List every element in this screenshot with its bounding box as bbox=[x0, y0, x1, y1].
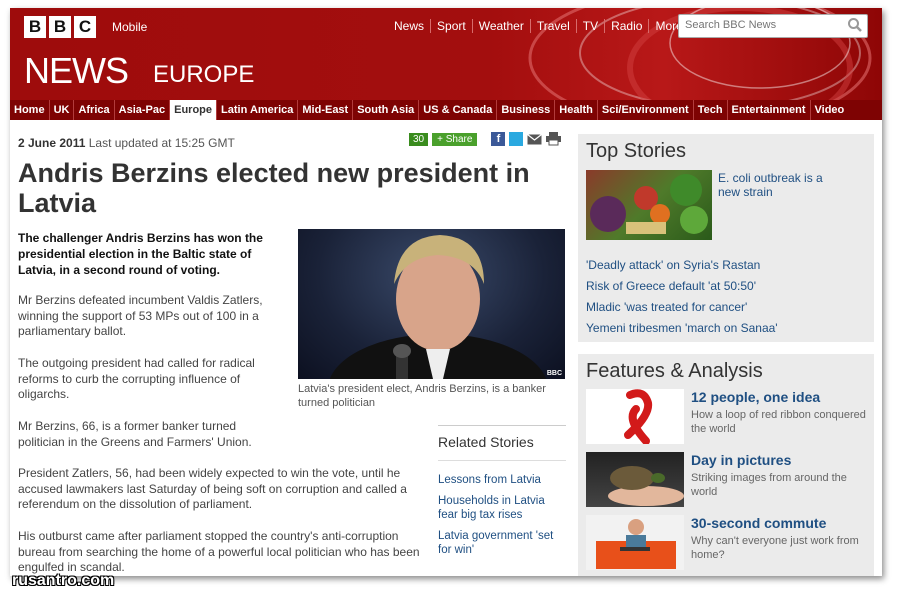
nav-business[interactable]: Business bbox=[497, 100, 556, 120]
article-paragraph-4: President Zatlers, 56, had been widely e… bbox=[18, 466, 407, 511]
related-link-1[interactable]: Lessons from Latvia bbox=[438, 473, 566, 487]
share-label: Share bbox=[445, 133, 473, 145]
sofa-laptop-image bbox=[596, 519, 676, 569]
feature-desc-1: How a loop of red ribbon conquered the w… bbox=[691, 409, 866, 435]
feature-item-3[interactable]: 30-second commute Why can't everyone jus… bbox=[586, 515, 866, 573]
article-meta: 2 June 2011 Last updated at 15:25 GMT bbox=[18, 136, 235, 150]
related-link-3[interactable]: Latvia government 'set for win' bbox=[438, 529, 566, 557]
features-title: Features & Analysis bbox=[586, 360, 763, 382]
logo-letter-b2: B bbox=[49, 16, 71, 38]
logo-letter-b1: B bbox=[24, 16, 46, 38]
main-nav: Home UK Africa Asia-Pac Europe Latin Ame… bbox=[10, 100, 882, 120]
top-story-link-4[interactable]: Yemeni tribesmen 'march on Sanaa' bbox=[586, 321, 778, 342]
top-nav-weather[interactable]: Weather bbox=[471, 19, 530, 33]
article-paragraph-5: His outburst came after parliament stopp… bbox=[18, 529, 420, 574]
feature-title-2: Day in pictures bbox=[691, 452, 792, 468]
photo-caption: Latvia's president elect, Andris Berzins… bbox=[298, 383, 546, 409]
vegetables-image bbox=[590, 174, 708, 234]
email-icon[interactable] bbox=[527, 133, 543, 145]
feature-desc-2: Striking images from around the world bbox=[691, 472, 847, 498]
related-title: Related Stories bbox=[438, 434, 566, 461]
twitter-icon[interactable] bbox=[509, 132, 524, 146]
photo-credit: BBC bbox=[546, 370, 562, 377]
feature-item-1[interactable]: 12 people, one idea How a loop of red ri… bbox=[586, 389, 866, 447]
top-stories-title: Top Stories bbox=[586, 140, 687, 162]
top-story-link-3[interactable]: Mladic 'was treated for cancer' bbox=[586, 300, 778, 321]
top-nav-sport[interactable]: Sport bbox=[430, 19, 472, 33]
section-title: EUROPE bbox=[153, 61, 255, 88]
nav-africa[interactable]: Africa bbox=[74, 100, 115, 120]
turtle-thumbnail bbox=[586, 452, 684, 507]
nav-europe[interactable]: Europe bbox=[170, 100, 218, 120]
related-stories: Related Stories Lessons from Latvia Hous… bbox=[438, 425, 566, 564]
top-nav-news[interactable]: News bbox=[388, 19, 430, 33]
nav-health[interactable]: Health bbox=[555, 100, 598, 120]
features-box: Features & Analysis 12 people, one idea … bbox=[578, 354, 874, 576]
article-paragraph-1: Mr Berzins defeated incumbent Valdis Zat… bbox=[18, 293, 263, 338]
nav-home[interactable]: Home bbox=[10, 100, 50, 120]
top-story-link-2[interactable]: Risk of Greece default 'at 50:50' bbox=[586, 279, 778, 300]
feature-title-3: 30-second commute bbox=[691, 515, 827, 531]
search-box bbox=[678, 14, 868, 38]
site-title[interactable]: NEWS bbox=[24, 50, 129, 92]
logo-letter-c: C bbox=[74, 16, 96, 38]
nav-sci-environment[interactable]: Sci/Environment bbox=[598, 100, 694, 120]
print-icon[interactable] bbox=[546, 132, 562, 146]
red-ribbon-image bbox=[624, 389, 653, 444]
turtle-image bbox=[608, 466, 684, 506]
top-nav-radio[interactable]: Radio bbox=[604, 19, 648, 33]
top-stories-box: Top Stories E. coli outbreak is a new st… bbox=[578, 134, 874, 342]
related-link-2[interactable]: Households in Latvia fear big tax rises bbox=[438, 494, 566, 522]
top-nav-travel[interactable]: Travel bbox=[529, 19, 576, 33]
share-count: 30 bbox=[409, 132, 429, 146]
feature-desc-3: Why can't everyone just work from home? bbox=[691, 535, 859, 561]
bbc-logo[interactable]: B B C bbox=[24, 16, 96, 38]
top-nav-tv[interactable]: TV bbox=[575, 19, 604, 33]
mobile-link[interactable]: Mobile bbox=[112, 20, 147, 34]
article-date: 2 June 2011 bbox=[18, 136, 86, 150]
nav-asia-pac[interactable]: Asia-Pac bbox=[115, 100, 171, 120]
article-headline: Andris Berzins elected new president in … bbox=[18, 158, 530, 218]
top-story-lead[interactable]: E. coli outbreak is a new strain bbox=[718, 171, 848, 199]
nav-mid-east[interactable]: Mid-East bbox=[298, 100, 354, 120]
article-updated: Last updated at 15:25 GMT bbox=[88, 136, 235, 150]
top-story-link-1[interactable]: 'Deadly attack' on Syria's Rastan bbox=[586, 258, 778, 279]
commute-thumbnail bbox=[586, 515, 684, 570]
nav-latin-america[interactable]: Latin America bbox=[217, 100, 299, 120]
photo-illustration bbox=[329, 235, 547, 379]
facebook-icon[interactable]: f bbox=[491, 132, 506, 146]
top-stories-list: 'Deadly attack' on Syria's Rastan Risk o… bbox=[586, 258, 778, 342]
header-banner: B B C Mobile News Sport Weather Travel T… bbox=[10, 8, 882, 120]
article-paragraph-2: The outgoing president had called for ra… bbox=[18, 356, 255, 401]
article-paragraph-3: Mr Berzins, 66, is a former banker turne… bbox=[18, 419, 252, 449]
nav-tech[interactable]: Tech bbox=[694, 100, 728, 120]
nav-entertainment[interactable]: Entertainment bbox=[728, 100, 811, 120]
search-icon[interactable] bbox=[847, 17, 863, 33]
ecoli-thumbnail[interactable] bbox=[586, 170, 712, 240]
share-button[interactable]: + Share bbox=[432, 132, 478, 146]
watermark: rusantro.com bbox=[12, 572, 115, 589]
nav-south-asia[interactable]: South Asia bbox=[353, 100, 420, 120]
article-photo: BBC bbox=[298, 229, 565, 379]
feature-item-2[interactable]: Day in pictures Striking images from aro… bbox=[586, 452, 866, 510]
nav-us-canada[interactable]: US & Canada bbox=[419, 100, 498, 120]
share-tools: 30 + Share f bbox=[409, 132, 562, 146]
article-intro: The challenger Andris Berzins has won th… bbox=[18, 231, 263, 277]
nav-video[interactable]: Video bbox=[811, 100, 849, 120]
red-ribbon-thumbnail bbox=[586, 389, 684, 444]
search-input[interactable] bbox=[679, 15, 851, 35]
browser-page: B B C Mobile News Sport Weather Travel T… bbox=[10, 8, 882, 576]
nav-uk[interactable]: UK bbox=[50, 100, 75, 120]
top-nav: News Sport Weather Travel TV Radio More … bbox=[388, 19, 701, 33]
feature-title-1: 12 people, one idea bbox=[691, 389, 821, 405]
